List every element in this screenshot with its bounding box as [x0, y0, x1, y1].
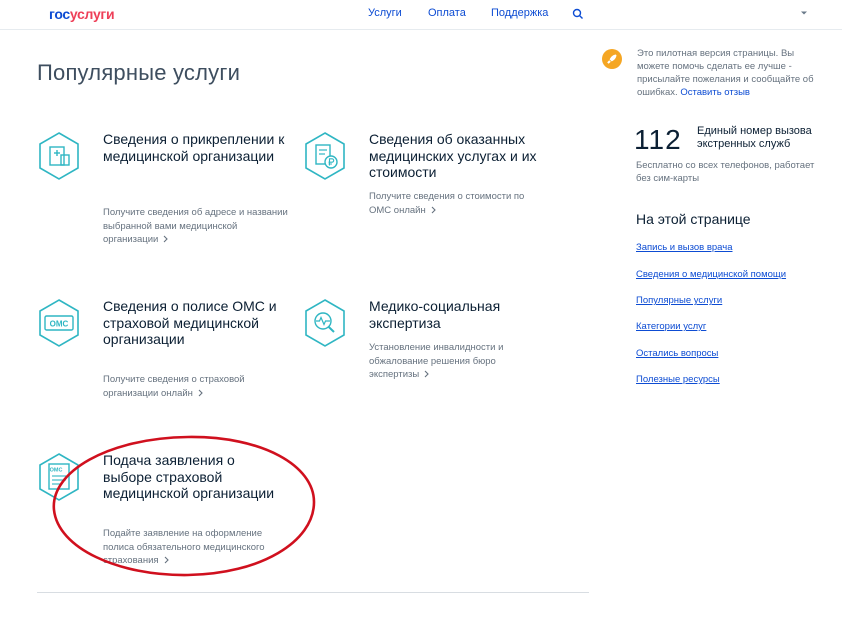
building-icon	[39, 132, 79, 180]
card-title[interactable]: Сведения о полисе ОМС и страховой медици…	[103, 298, 278, 348]
card-description: Получите сведения об адресе и названии в…	[103, 207, 288, 245]
card-description: Установление инвалидности и обжалование …	[369, 342, 504, 380]
card-description: Получите сведения о стоимости по ОМС онл…	[369, 191, 525, 216]
toc-link-categories[interactable]: Категории услуг	[636, 321, 706, 332]
toc-link-questions[interactable]: Остались вопросы	[636, 348, 718, 359]
oms-document-icon: ОМС	[39, 453, 79, 501]
emergency-number: 112	[634, 124, 682, 155]
emergency-label: Единый номер вызова экстренных служб	[697, 125, 812, 150]
magnifier-pulse-icon	[305, 299, 345, 347]
card-title[interactable]: Медико-социальная экспертиза	[369, 298, 549, 331]
card-title[interactable]: Сведения о прикреплении к медицинской ор…	[103, 131, 293, 164]
card-title[interactable]: Подача заявления о выборе страховой меди…	[103, 452, 278, 502]
svg-text:ОМС: ОМС	[50, 320, 69, 329]
chevron-right-icon[interactable]	[424, 370, 429, 378]
rocket-icon	[602, 49, 622, 69]
toc-link-medical-care[interactable]: Сведения о медицинской помощи	[636, 269, 786, 280]
caret-down-icon[interactable]	[800, 10, 808, 16]
pilot-version-notice: Это пилотная версия страницы. Вы можете …	[637, 48, 814, 98]
leave-feedback-link[interactable]: Оставить отзыв	[680, 87, 750, 98]
toc-title: На этой странице	[636, 211, 751, 227]
chevron-right-icon[interactable]	[164, 556, 169, 564]
toc-link-appointment[interactable]: Запись и вызов врача	[636, 242, 733, 253]
oms-card-icon: ОМС	[39, 299, 79, 347]
gosuslugi-logo[interactable]: госуслуги	[49, 6, 115, 22]
search-icon[interactable]	[572, 8, 584, 20]
section-divider	[37, 592, 589, 593]
nav-payment[interactable]: Оплата	[428, 7, 466, 19]
top-header: госуслуги Услуги Оплата Поддержка	[0, 0, 842, 30]
card-title[interactable]: Сведения об оказанных медицинских услуга…	[369, 131, 549, 181]
card-description: Подайте заявление на оформление полиса о…	[103, 528, 265, 566]
toc-link-resources[interactable]: Полезные ресурсы	[636, 374, 720, 385]
ruble-document-icon	[305, 132, 345, 180]
svg-text:ОМС: ОМС	[50, 468, 63, 474]
nav-support[interactable]: Поддержка	[491, 7, 548, 19]
card-description: Получите сведения о страховой организаци…	[103, 374, 245, 399]
emergency-note: Бесплатно со всех телефонов, работает бе…	[636, 160, 815, 184]
page-title: Популярные услуги	[37, 60, 241, 85]
toc-link-popular-services[interactable]: Популярные услуги	[636, 295, 722, 306]
chevron-right-icon[interactable]	[431, 206, 436, 214]
nav-services[interactable]: Услуги	[368, 7, 402, 19]
chevron-right-icon[interactable]	[163, 235, 169, 243]
chevron-right-icon[interactable]	[198, 389, 203, 397]
